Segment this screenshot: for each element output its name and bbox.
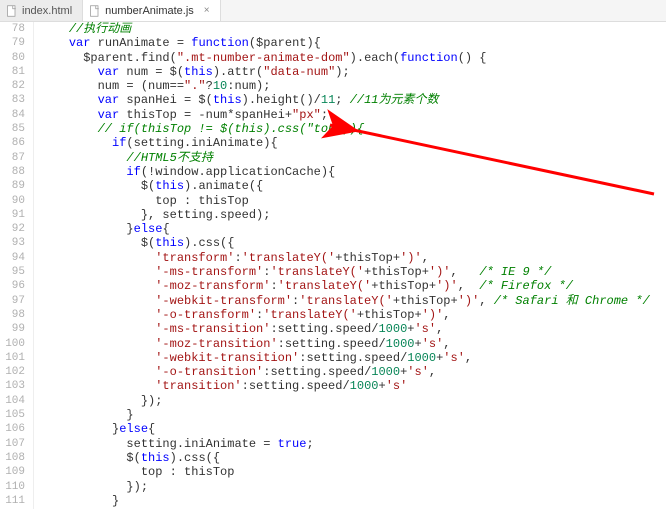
code-line[interactable]: }); (40, 394, 666, 408)
line-number: 96 (4, 279, 25, 293)
line-number: 79 (4, 36, 25, 50)
code-line[interactable]: setting.iniAnimate = true; (40, 437, 666, 451)
line-number: 93 (4, 236, 25, 250)
code-line[interactable]: $parent.find(".mt-number-animate-dom").e… (40, 51, 666, 65)
line-number: 111 (4, 494, 25, 508)
line-number: 100 (4, 337, 25, 351)
code-editor[interactable]: 7879808182838485868788899091929394959697… (0, 22, 666, 509)
line-number: 83 (4, 93, 25, 107)
line-number: 84 (4, 108, 25, 122)
line-number: 107 (4, 437, 25, 451)
code-line[interactable]: if(setting.iniAnimate){ (40, 136, 666, 150)
code-line[interactable]: //执行动画 (40, 22, 666, 36)
line-number: 82 (4, 79, 25, 93)
code-line[interactable]: }, setting.speed); (40, 208, 666, 222)
code-line[interactable]: 'transform':'translateY('+thisTop+')', (40, 251, 666, 265)
code-line[interactable]: var thisTop = -num*spanHei+"px"; (40, 108, 666, 122)
line-number: 87 (4, 151, 25, 165)
line-number: 78 (4, 22, 25, 36)
line-number: 98 (4, 308, 25, 322)
code-line[interactable]: }else{ (40, 422, 666, 436)
line-number: 94 (4, 251, 25, 265)
code-line[interactable]: $(this).css({ (40, 236, 666, 250)
code-line[interactable]: 'transition':setting.speed/1000+'s' (40, 379, 666, 393)
line-number: 108 (4, 451, 25, 465)
line-number: 104 (4, 394, 25, 408)
line-number: 106 (4, 422, 25, 436)
code-line[interactable]: if(!window.applicationCache){ (40, 165, 666, 179)
tab-label: index.html (22, 5, 72, 17)
code-line[interactable]: '-ms-transform':'translateY('+thisTop+')… (40, 265, 666, 279)
code-line[interactable]: '-webkit-transition':setting.speed/1000+… (40, 351, 666, 365)
line-number: 80 (4, 51, 25, 65)
line-number: 102 (4, 365, 25, 379)
line-number: 105 (4, 408, 25, 422)
line-number: 97 (4, 294, 25, 308)
close-icon[interactable]: × (204, 5, 210, 16)
line-number: 89 (4, 179, 25, 193)
code-line[interactable]: } (40, 494, 666, 508)
line-number: 81 (4, 65, 25, 79)
code-line[interactable]: $(this).css({ (40, 451, 666, 465)
tab-index-html[interactable]: index.html (0, 0, 83, 21)
code-line[interactable]: top : thisTop (40, 465, 666, 479)
code-line[interactable]: '-o-transition':setting.speed/1000+'s', (40, 365, 666, 379)
code-line[interactable]: }); (40, 480, 666, 494)
line-number-gutter: 7879808182838485868788899091929394959697… (0, 22, 34, 509)
line-number: 85 (4, 122, 25, 136)
code-line[interactable]: '-o-transform':'translateY('+thisTop+')'… (40, 308, 666, 322)
code-line[interactable]: // if(thisTop != $(this).css("top")){ (40, 122, 666, 136)
code-line[interactable]: '-moz-transform':'translateY('+thisTop+'… (40, 279, 666, 293)
line-number: 86 (4, 136, 25, 150)
code-line[interactable]: $(this).animate({ (40, 179, 666, 193)
code-line[interactable]: } (40, 408, 666, 422)
tab-label: numberAnimate.js (105, 5, 194, 17)
file-icon (6, 5, 18, 17)
tab-bar: index.html numberAnimate.js × (0, 0, 666, 22)
line-number: 109 (4, 465, 25, 479)
code-line[interactable]: num = (num=="."?10:num); (40, 79, 666, 93)
line-number: 95 (4, 265, 25, 279)
code-line[interactable]: var num = $(this).attr("data-num"); (40, 65, 666, 79)
code-line[interactable]: var runAnimate = function($parent){ (40, 36, 666, 50)
code-line[interactable]: '-ms-transition':setting.speed/1000+'s', (40, 322, 666, 336)
code-line[interactable]: '-moz-transition':setting.speed/1000+'s'… (40, 337, 666, 351)
code-line[interactable]: var spanHei = $(this).height()/11; //11为… (40, 93, 666, 107)
code-line[interactable]: '-webkit-transform':'translateY('+thisTo… (40, 294, 666, 308)
js-file-icon (89, 5, 101, 17)
code-line[interactable]: top : thisTop (40, 194, 666, 208)
code-line[interactable]: //HTML5不支持 (40, 151, 666, 165)
line-number: 103 (4, 379, 25, 393)
line-number: 91 (4, 208, 25, 222)
code-area[interactable]: //执行动画 var runAnimate = function($parent… (34, 22, 666, 509)
line-number: 92 (4, 222, 25, 236)
line-number: 88 (4, 165, 25, 179)
line-number: 101 (4, 351, 25, 365)
code-line[interactable]: }else{ (40, 222, 666, 236)
line-number: 110 (4, 480, 25, 494)
line-number: 99 (4, 322, 25, 336)
line-number: 90 (4, 194, 25, 208)
tab-numberanimate-js[interactable]: numberAnimate.js × (83, 0, 221, 21)
